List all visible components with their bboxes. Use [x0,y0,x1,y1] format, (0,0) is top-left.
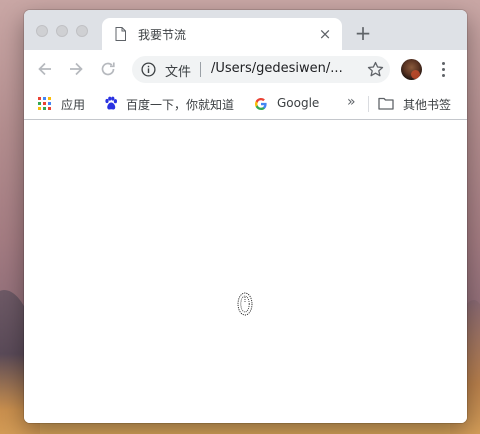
google-g-icon [255,98,267,110]
menu-dot [442,62,445,65]
window-close-button[interactable] [36,25,48,37]
tab-title: 我要节流 [138,28,187,42]
page-content[interactable] [24,121,467,423]
bookmark-google[interactable]: Google [254,95,334,113]
bookmark-other[interactable]: 其他书签 [378,95,464,113]
menu-dot [442,68,445,71]
browser-window: 我要节流 × + 文件 /Users/gedesiwen/... 应用 百度一下… [24,10,467,423]
title-bar: 我要节流 × + [24,10,467,50]
folder-icon [378,97,394,110]
omnibox-divider [200,62,201,77]
bookmarks-overflow-button[interactable]: » [347,94,356,110]
reload-icon[interactable] [98,59,118,79]
bookmark-label: Google [277,96,320,110]
back-arrow-icon[interactable] [35,59,55,79]
profile-avatar[interactable] [401,59,422,80]
bookmark-baidu[interactable]: 百度一下，你就知道 [104,95,244,113]
window-minimize-button[interactable] [56,25,68,37]
bookmarks-separator [368,96,369,112]
bookmark-label: 百度一下，你就知道 [126,98,235,112]
bookmarks-bar: 应用 百度一下，你就知道 Google » 其他书签 [24,88,467,120]
info-icon[interactable] [141,62,156,77]
browser-tab[interactable]: 我要节流 × [102,18,342,50]
url-text[interactable]: /Users/gedesiwen/... [211,61,343,76]
address-bar[interactable]: 文件 /Users/gedesiwen/... [132,56,390,83]
bookmark-apps[interactable]: 应用 [38,95,96,113]
bookmark-label: 应用 [61,98,86,112]
apps-grid-icon [38,97,51,110]
mouse-cursor-outline-icon [237,292,253,316]
window-maximize-button[interactable] [76,25,88,37]
new-tab-button[interactable]: + [352,22,374,44]
bookmark-star-icon[interactable] [367,61,384,78]
toolbar: 文件 /Users/gedesiwen/... [24,50,467,88]
tab-close-icon[interactable]: × [316,25,334,43]
bookmark-label: 其他书签 [403,98,452,112]
baidu-paw-icon [105,96,117,110]
kebab-menu-icon[interactable] [438,60,450,78]
security-label[interactable]: 文件 [165,61,191,80]
forward-arrow-icon[interactable] [66,59,86,79]
document-icon [115,27,126,41]
menu-dot [442,74,445,77]
